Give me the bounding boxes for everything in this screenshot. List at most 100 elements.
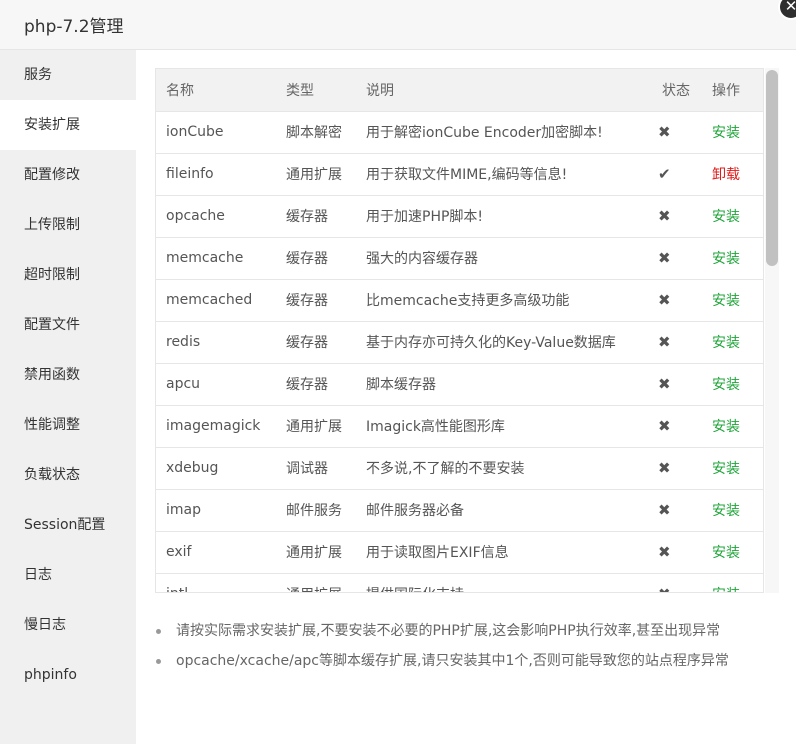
php-manager-window: php-7.2管理 ✕ 服务 安装扩展 配置修改 上传限制 超时限制 配置文件 禁用函数 性能…	[0, 0, 796, 744]
install-link[interactable]: 安装	[702, 489, 763, 532]
extension-type: 邮件服务	[276, 489, 356, 532]
extension-name: xdebug	[156, 447, 276, 490]
extension-description: 脚本缓存器	[356, 363, 652, 406]
header-type: 类型	[276, 69, 356, 112]
extension-name: fileinfo	[156, 153, 276, 196]
extension-type: 通用扩展	[276, 573, 356, 592]
extension-name: imap	[156, 489, 276, 532]
install-link[interactable]: 安装	[702, 405, 763, 448]
sidebar-item[interactable]: 服务	[0, 50, 136, 100]
sidebar-item[interactable]: 配置修改	[0, 150, 136, 200]
extension-description: 基于内存亦可持久化的Key-Value数据库	[356, 321, 652, 364]
cross-icon: ✖	[652, 195, 702, 238]
sidebar-item[interactable]: 上传限制	[0, 200, 136, 250]
sidebar-item[interactable]: 慢日志	[0, 600, 136, 650]
sidebar-item[interactable]: 禁用函数	[0, 350, 136, 400]
cross-icon: ✖	[652, 573, 702, 592]
table-header-row: 名称 类型 说明 状态 操作	[156, 69, 763, 112]
extension-name: opcache	[156, 195, 276, 238]
table-row: fileinfo 通用扩展 用于获取文件MIME,编码等信息! ✔ 卸载	[156, 153, 763, 196]
extensions-table-container[interactable]: 名称 类型 说明 状态 操作 ionCube 脚本解密 用于解密ionCube En…	[155, 68, 764, 593]
extension-name: memcached	[156, 279, 276, 322]
install-link[interactable]: 安装	[702, 111, 763, 154]
sidebar-item[interactable]: 负载状态	[0, 450, 136, 500]
extensions-table: 名称 类型 说明 状态 操作 ionCube 脚本解密 用于解密ionCube En…	[156, 69, 763, 592]
extension-type: 缓存器	[276, 363, 356, 406]
install-link[interactable]: 安装	[702, 531, 763, 574]
header-op: 操作	[702, 69, 763, 112]
table-row: opcache 缓存器 用于加速PHP脚本! ✖ 安装	[156, 195, 763, 238]
table-row: intl通用扩展提供国际化支持✖安装	[156, 573, 763, 592]
install-link[interactable]: 安装	[702, 237, 763, 280]
extension-type: 通用扩展	[276, 531, 356, 574]
install-link[interactable]: 安装	[702, 447, 763, 490]
extension-type: 缓存器	[276, 321, 356, 364]
check-icon: ✔	[652, 153, 702, 196]
note-item: 请按实际需求安装扩展,不要安装不必要的PHP扩展,这会影响PHP执行效率,甚至出…	[156, 616, 786, 646]
sidebar-item[interactable]: phpinfo	[0, 650, 136, 700]
extension-description: 用于解密ionCube Encoder加密脚本!	[356, 111, 652, 154]
scrollbar-thumb[interactable]	[766, 70, 778, 266]
extension-name: imagemagick	[156, 405, 276, 448]
sidebar: 服务 安装扩展 配置修改 上传限制 超时限制 配置文件 禁用函数 性能调整 负载状态 Sessio…	[0, 50, 136, 744]
extension-name: ionCube	[156, 111, 276, 154]
table-row: imap 邮件服务 邮件服务器必备 ✖ 安装	[156, 489, 763, 532]
table-scrollbar[interactable]	[765, 68, 779, 593]
cross-icon: ✖	[652, 531, 702, 574]
extension-name: intl	[156, 573, 276, 592]
install-link[interactable]: 安装	[702, 573, 763, 592]
extension-type: 缓存器	[276, 237, 356, 280]
extension-description: 不多说,不了解的不要安装	[356, 447, 652, 490]
extension-description: Imagick高性能图形库	[356, 405, 652, 448]
cross-icon: ✖	[652, 321, 702, 364]
extension-description: 强大的内容缓存器	[356, 237, 652, 280]
extension-description: 提供国际化支持	[356, 573, 652, 592]
table-row: redis 缓存器 基于内存亦可持久化的Key-Value数据库 ✖ 安装	[156, 321, 763, 364]
table-row: ionCube 脚本解密 用于解密ionCube Encoder加密脚本! ✖ 安装	[156, 111, 763, 154]
sidebar-item[interactable]: 配置文件	[0, 300, 136, 350]
note-item: opcache/xcache/apc等脚本缓存扩展,请只安装其中1个,否则可能导…	[156, 646, 786, 676]
cross-icon: ✖	[652, 489, 702, 532]
extension-type: 通用扩展	[276, 405, 356, 448]
extension-description: 比memcache支持更多高级功能	[356, 279, 652, 322]
cross-icon: ✖	[652, 363, 702, 406]
extension-name: exif	[156, 531, 276, 574]
window-title: php-7.2管理	[24, 17, 124, 37]
table-row: xdebug 调试器 不多说,不了解的不要安装 ✖ 安装	[156, 447, 763, 490]
main-content: 名称 类型 说明 状态 操作 ionCube 脚本解密 用于解密ionCube En…	[136, 50, 796, 744]
extension-name: apcu	[156, 363, 276, 406]
extension-type: 缓存器	[276, 195, 356, 238]
install-link[interactable]: 安装	[702, 195, 763, 238]
sidebar-item[interactable]: Session配置	[0, 500, 136, 550]
header-desc: 说明	[356, 69, 652, 112]
install-link[interactable]: 安装	[702, 363, 763, 406]
table-row: exif 通用扩展 用于读取图片EXIF信息 ✖ 安装	[156, 531, 763, 574]
header-status: 状态	[652, 69, 702, 112]
cross-icon: ✖	[652, 111, 702, 154]
cross-icon: ✖	[652, 447, 702, 490]
extension-type: 通用扩展	[276, 153, 356, 196]
extension-description: 用于获取文件MIME,编码等信息!	[356, 153, 652, 196]
install-link[interactable]: 安装	[702, 279, 763, 322]
table-row: memcache 缓存器 强大的内容缓存器 ✖ 安装	[156, 237, 763, 280]
extension-type: 调试器	[276, 447, 356, 490]
sidebar-item[interactable]: 日志	[0, 550, 136, 600]
sidebar-item[interactable]: 超时限制	[0, 250, 136, 300]
cross-icon: ✖	[652, 405, 702, 448]
notes-list: 请按实际需求安装扩展,不要安装不必要的PHP扩展,这会影响PHP执行效率,甚至出…	[156, 616, 786, 676]
uninstall-link[interactable]: 卸载	[702, 153, 763, 196]
extension-name: redis	[156, 321, 276, 364]
extension-type: 缓存器	[276, 279, 356, 322]
install-link[interactable]: 安装	[702, 321, 763, 364]
sidebar-item[interactable]: 性能调整	[0, 400, 136, 450]
sidebar-item[interactable]: 安装扩展	[0, 100, 136, 150]
extension-description: 用于读取图片EXIF信息	[356, 531, 652, 574]
table-row: memcached 缓存器 比memcache支持更多高级功能 ✖ 安装	[156, 279, 763, 322]
extension-description: 用于加速PHP脚本!	[356, 195, 652, 238]
extension-type: 脚本解密	[276, 111, 356, 154]
table-row: imagemagick 通用扩展 Imagick高性能图形库 ✖ 安装	[156, 405, 763, 448]
cross-icon: ✖	[652, 237, 702, 280]
extension-description: 邮件服务器必备	[356, 489, 652, 532]
cross-icon: ✖	[652, 279, 702, 322]
header-name: 名称	[156, 69, 276, 112]
